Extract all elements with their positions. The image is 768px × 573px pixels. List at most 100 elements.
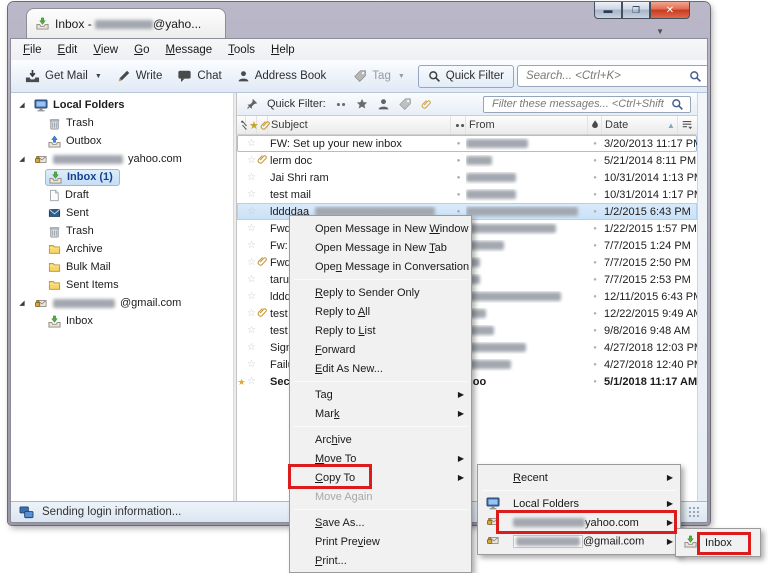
junk-indicator[interactable]: ● (588, 362, 602, 368)
column-unread[interactable] (451, 116, 466, 134)
folder-item-inbox[interactable]: Inbox (11, 312, 233, 330)
star-icon[interactable]: ☆ (246, 291, 257, 302)
menubar-item-tools[interactable]: Tools (220, 41, 263, 59)
twisty-expanded-icon[interactable]: ◢ (17, 155, 27, 163)
menu-item-reply-to-list[interactable]: Reply to List (291, 321, 470, 340)
folder-item-sent[interactable]: Sent (11, 204, 233, 222)
person-icon[interactable] (377, 98, 390, 111)
column-attachment[interactable] (257, 116, 268, 134)
tag-icon[interactable] (399, 98, 412, 111)
star-icon[interactable]: ☆ (246, 342, 257, 353)
unread-dots-icon[interactable] (335, 101, 347, 108)
pin-icon[interactable] (246, 98, 258, 110)
star-icon[interactable]: ☆ (246, 155, 257, 166)
folder-item-trash[interactable]: Trash (11, 114, 233, 132)
window-tab[interactable]: Inbox - @yaho... (26, 8, 226, 38)
write-button[interactable]: Write (111, 65, 169, 87)
star-icon[interactable]: ☆ (246, 325, 257, 336)
global-search-box[interactable] (517, 65, 708, 87)
junk-indicator[interactable]: ● (588, 311, 602, 317)
vertical-scrollbar[interactable] (697, 93, 707, 501)
star-icon[interactable]: ☆ (246, 308, 257, 319)
menu-item-mark[interactable]: Mark▶ (291, 404, 470, 423)
column-thread[interactable] (237, 116, 246, 134)
message-row[interactable]: ☆test mail●●10/31/2014 1:17 PM (237, 186, 697, 203)
menu-item-edit-as-new[interactable]: Edit As New... (291, 359, 470, 378)
junk-indicator[interactable]: ● (588, 158, 602, 164)
unread-indicator[interactable]: ● (451, 175, 466, 181)
star-icon[interactable]: ☆ (246, 172, 257, 183)
junk-indicator[interactable]: ● (588, 277, 602, 283)
star-icon[interactable]: ☆ (246, 376, 257, 387)
menu-item-open-message-in-new-window[interactable]: Open Message in New Window (291, 219, 470, 238)
menubar-item-view[interactable]: View (85, 41, 126, 59)
star-icon[interactable]: ☆ (246, 240, 257, 251)
star-icon[interactable]: ☆ (246, 138, 257, 149)
sort-ascending-icon[interactable]: ▲ (664, 116, 678, 134)
search-icon[interactable] (671, 98, 684, 111)
folder-item-local-folders[interactable]: ◢Local Folders (11, 96, 233, 114)
close-button[interactable]: ✕ (650, 2, 690, 19)
search-icon[interactable] (689, 70, 702, 83)
message-row[interactable]: ☆lerm doc●●5/21/2014 8:11 PM (237, 152, 697, 169)
junk-indicator[interactable]: ● (588, 243, 602, 249)
folder-item-trash[interactable]: Trash (11, 222, 233, 240)
junk-indicator[interactable]: ● (588, 294, 602, 300)
star-icon[interactable]: ☆ (246, 257, 257, 268)
junk-indicator[interactable]: ● (588, 141, 602, 147)
twisty-expanded-icon[interactable]: ◢ (17, 299, 27, 307)
message-row[interactable]: ☆Jai Shri ram●●10/31/2014 1:13 PM (237, 169, 697, 186)
minimize-button[interactable]: ▬ (594, 2, 622, 19)
quick-filter-button[interactable]: Quick Filter (418, 65, 514, 88)
folder-item-gmail-com[interactable]: ◢@gmail.com (11, 294, 233, 312)
unread-indicator[interactable]: ● (451, 141, 466, 147)
folder-item-inbox-1[interactable]: Inbox (1) (11, 168, 233, 186)
menu-item-archive[interactable]: Archive (291, 430, 470, 449)
menu-item-forward[interactable]: Forward (291, 340, 470, 359)
tag-button[interactable]: Tag ▼ (348, 66, 410, 87)
unread-indicator[interactable]: ● (451, 158, 466, 164)
column-starred[interactable]: ★ (246, 116, 257, 134)
star-icon[interactable]: ☆ (246, 223, 257, 234)
menubar-item-help[interactable]: Help (263, 41, 303, 59)
address-book-button[interactable]: Address Book (231, 66, 333, 87)
folder-item-sent-items[interactable]: Sent Items (11, 276, 233, 294)
menu-item-reply-to-sender-only[interactable]: Reply to Sender Only (291, 283, 470, 302)
junk-indicator[interactable]: ● (588, 260, 602, 266)
message-row[interactable]: ☆FW: Set up your new inbox●●3/20/2013 11… (237, 135, 697, 152)
junk-indicator[interactable]: ● (588, 175, 602, 181)
filter-messages-box[interactable] (483, 96, 691, 113)
get-mail-button[interactable]: Get Mail ▼ (19, 65, 108, 88)
search-input[interactable] (524, 69, 684, 83)
chat-button[interactable]: Chat (171, 65, 227, 87)
menu-item-open-message-in-conversation[interactable]: Open Message in Conversation (291, 257, 470, 276)
folder-item-outbox[interactable]: Outbox (11, 132, 233, 150)
chevron-down-icon[interactable]: ▼ (95, 73, 102, 80)
menu-item-open-message-in-new-tab[interactable]: Open Message in New Tab (291, 238, 470, 257)
star-icon[interactable]: ☆ (246, 274, 257, 285)
unread-indicator[interactable]: ● (451, 209, 466, 215)
junk-indicator[interactable]: ● (588, 209, 602, 215)
folder-item-bulk-mail[interactable]: Bulk Mail (11, 258, 233, 276)
junk-indicator[interactable]: ● (588, 328, 602, 334)
folder-item-yahoo-com[interactable]: ◢yahoo.com (11, 150, 233, 168)
resize-grip[interactable] (689, 507, 699, 517)
unread-indicator[interactable]: ● (451, 192, 466, 198)
menu-item-gmail-com[interactable]: @gmail.com▶ (479, 532, 679, 551)
column-picker-icon[interactable] (678, 116, 697, 134)
junk-indicator[interactable]: ● (588, 226, 602, 232)
column-from[interactable]: From (466, 116, 588, 134)
star-icon[interactable]: ☆ (246, 189, 257, 200)
menu-item-print-preview[interactable]: Print Preview (291, 532, 470, 551)
menubar-item-edit[interactable]: Edit (50, 41, 86, 59)
star-icon[interactable]: ☆ (246, 206, 257, 217)
menubar-item-message[interactable]: Message (157, 41, 220, 59)
star-icon[interactable] (356, 98, 368, 110)
twisty-expanded-icon[interactable]: ◢ (17, 101, 27, 109)
folder-item-draft[interactable]: Draft (11, 186, 233, 204)
junk-indicator[interactable]: ● (588, 192, 602, 198)
menu-item-recent[interactable]: Recent▶ (479, 468, 679, 487)
column-subject[interactable]: Subject (268, 116, 451, 134)
column-junk[interactable] (588, 116, 602, 134)
column-date[interactable]: Date (602, 116, 664, 134)
